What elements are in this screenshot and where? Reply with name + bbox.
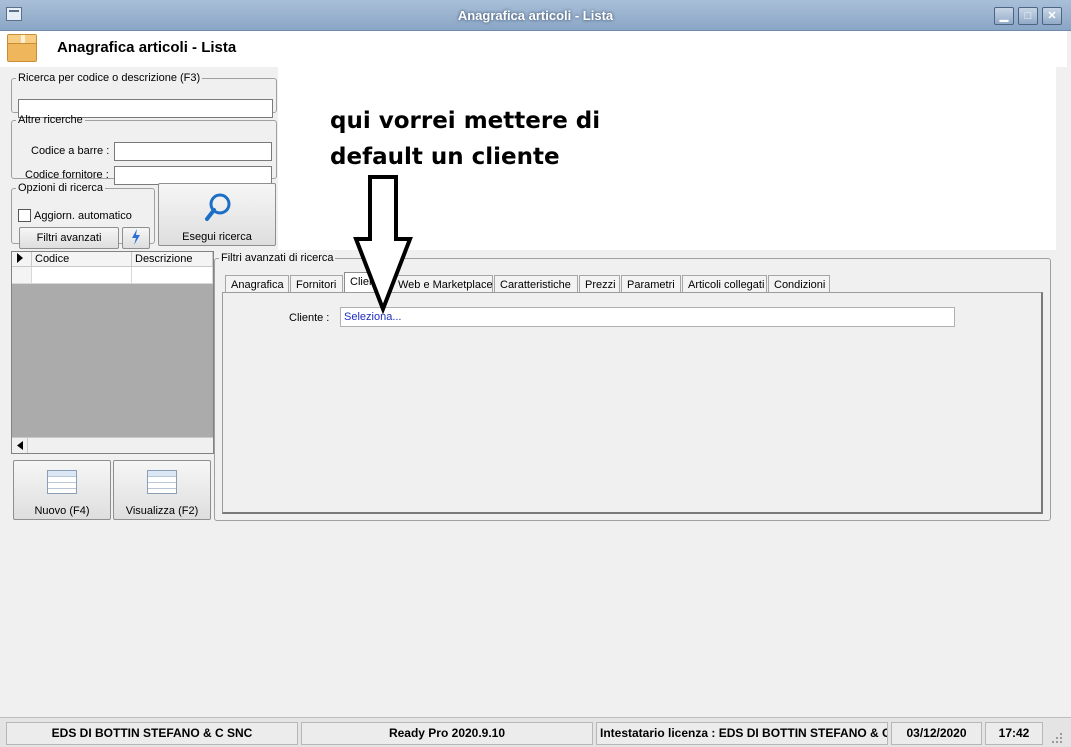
close-button[interactable]: ✕ (1042, 7, 1062, 25)
window-titlebar[interactable]: Anagrafica articoli - Lista ▁ □ ✕ (0, 0, 1071, 31)
advanced-filters-button[interactable]: Filtri avanzati (19, 227, 119, 249)
status-company: EDS DI BOTTIN STEFANO & C SNC (6, 722, 298, 745)
auto-update-label: Aggiorn. automatico (34, 210, 132, 222)
other-search-group-label: Altre ricerche (18, 114, 83, 126)
search-group: Ricerca per codice o descrizione (F3) (11, 72, 277, 118)
scroll-left-button[interactable] (12, 438, 28, 453)
horizontal-scrollbar[interactable] (12, 437, 213, 453)
cell-descrizione[interactable] (132, 267, 213, 284)
status-license: Intestatario licenza : EDS DI BOTTIN STE… (596, 722, 888, 745)
column-header-codice[interactable]: Codice (32, 252, 132, 267)
row-selector-header (12, 252, 32, 267)
view-button-label: Visualizza (F2) (125, 505, 199, 517)
page-header: Anagrafica articoli - Lista (0, 31, 1067, 67)
advanced-filters-group-label: Filtri avanzati di ricerca (221, 252, 334, 264)
other-search-group: Altre ricerche Codice a barre : Codice f… (11, 114, 277, 185)
status-date: 03/12/2020 (891, 722, 982, 745)
status-time: 17:42 (985, 722, 1043, 745)
lightning-icon (132, 228, 140, 245)
column-header-descrizione[interactable]: Descrizione (132, 252, 213, 267)
results-grid[interactable]: Codice Descrizione (11, 251, 214, 454)
annotation-arrow-icon (353, 175, 413, 315)
grid-header: Codice Descrizione (12, 252, 213, 267)
tab-panel-clienti: Cliente : Seleziona... (222, 292, 1043, 514)
client-label: Cliente : (289, 312, 330, 324)
arrow-left-icon (16, 441, 23, 450)
resize-grip-icon[interactable] (1048, 731, 1064, 745)
auto-update-checkbox[interactable] (18, 209, 31, 222)
view-record-icon (147, 470, 177, 494)
flash-filter-button[interactable] (122, 227, 150, 249)
barcode-label: Codice a barre : (31, 145, 110, 157)
page-title: Anagrafica articoli - Lista (57, 39, 237, 56)
run-search-button[interactable]: Esegui ricerca (158, 183, 276, 246)
supplier-code-label: Codice fornitore : (25, 169, 109, 181)
maximize-button[interactable]: □ (1018, 7, 1038, 25)
window-title: Anagrafica articoli - Lista (457, 8, 614, 23)
view-button[interactable]: Visualizza (F2) (113, 460, 211, 520)
package-icon (7, 34, 37, 62)
new-button[interactable]: Nuovo (F4) (13, 460, 111, 520)
table-row[interactable] (12, 267, 213, 284)
new-button-label: Nuovo (F4) (34, 505, 90, 517)
annotation-text: qui vorrei mettere di default un cliente (330, 108, 601, 170)
new-record-icon (47, 470, 77, 494)
minimize-button[interactable]: ▁ (994, 7, 1014, 25)
search-group-label: Ricerca per codice o descrizione (F3) (18, 72, 201, 84)
search-options-group: Opzioni di ricerca Aggiorn. automatico F… (11, 182, 155, 249)
run-search-label: Esegui ricerca (182, 231, 252, 243)
status-version: Ready Pro 2020.9.10 (301, 722, 593, 745)
barcode-input[interactable] (114, 142, 272, 161)
status-bar: EDS DI BOTTIN STEFANO & C SNC Ready Pro … (0, 717, 1071, 747)
cell-codice[interactable] (32, 267, 132, 284)
client-select-field[interactable]: Seleziona... (340, 307, 955, 327)
row-selector[interactable] (12, 267, 32, 284)
search-options-group-label: Opzioni di ricerca (18, 182, 103, 194)
row-pointer-icon (17, 253, 23, 263)
magnifier-icon (205, 193, 231, 221)
